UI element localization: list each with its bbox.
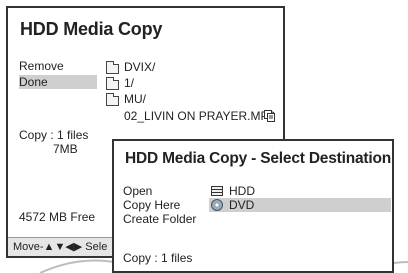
destination-dvd[interactable]: DVD [229,198,254,212]
file-list-item[interactable]: DVIX/ [124,60,155,74]
folder-icon [106,93,119,106]
copy-marker-icon [264,110,275,122]
hdd-icon [211,186,223,196]
folder-icon [106,61,119,74]
file-list-item[interactable]: 1/ [124,76,134,90]
menu-item-copy-here[interactable]: Copy Here [123,198,180,212]
menu-item-create-folder[interactable]: Create Folder [123,212,196,226]
menu-item-remove[interactable]: Remove [19,59,97,73]
menu-item-open[interactable]: Open [123,184,152,198]
dialog-title: HDD Media Copy [20,19,163,39]
file-list-item[interactable]: 02_LIVIN ON PRAYER.MP3 [124,109,275,123]
dvd-icon [211,199,223,211]
file-list-item[interactable]: MU/ [124,92,146,106]
folder-icon [106,77,119,90]
copy-count-text: Copy : 1 files [19,128,89,142]
menu-item-done[interactable]: Done [19,75,97,89]
copy-count-text: Copy : 1 files [123,251,193,265]
free-space-text: 4572 MB Free [19,210,96,224]
dialog-title: HDD Media Copy - Select Destination [125,150,392,167]
select-destination-dialog: HDD Media Copy - Select Destination Open… [112,139,394,273]
destination-hdd[interactable]: HDD [229,184,255,198]
copy-size-text: 7MB [53,142,78,156]
